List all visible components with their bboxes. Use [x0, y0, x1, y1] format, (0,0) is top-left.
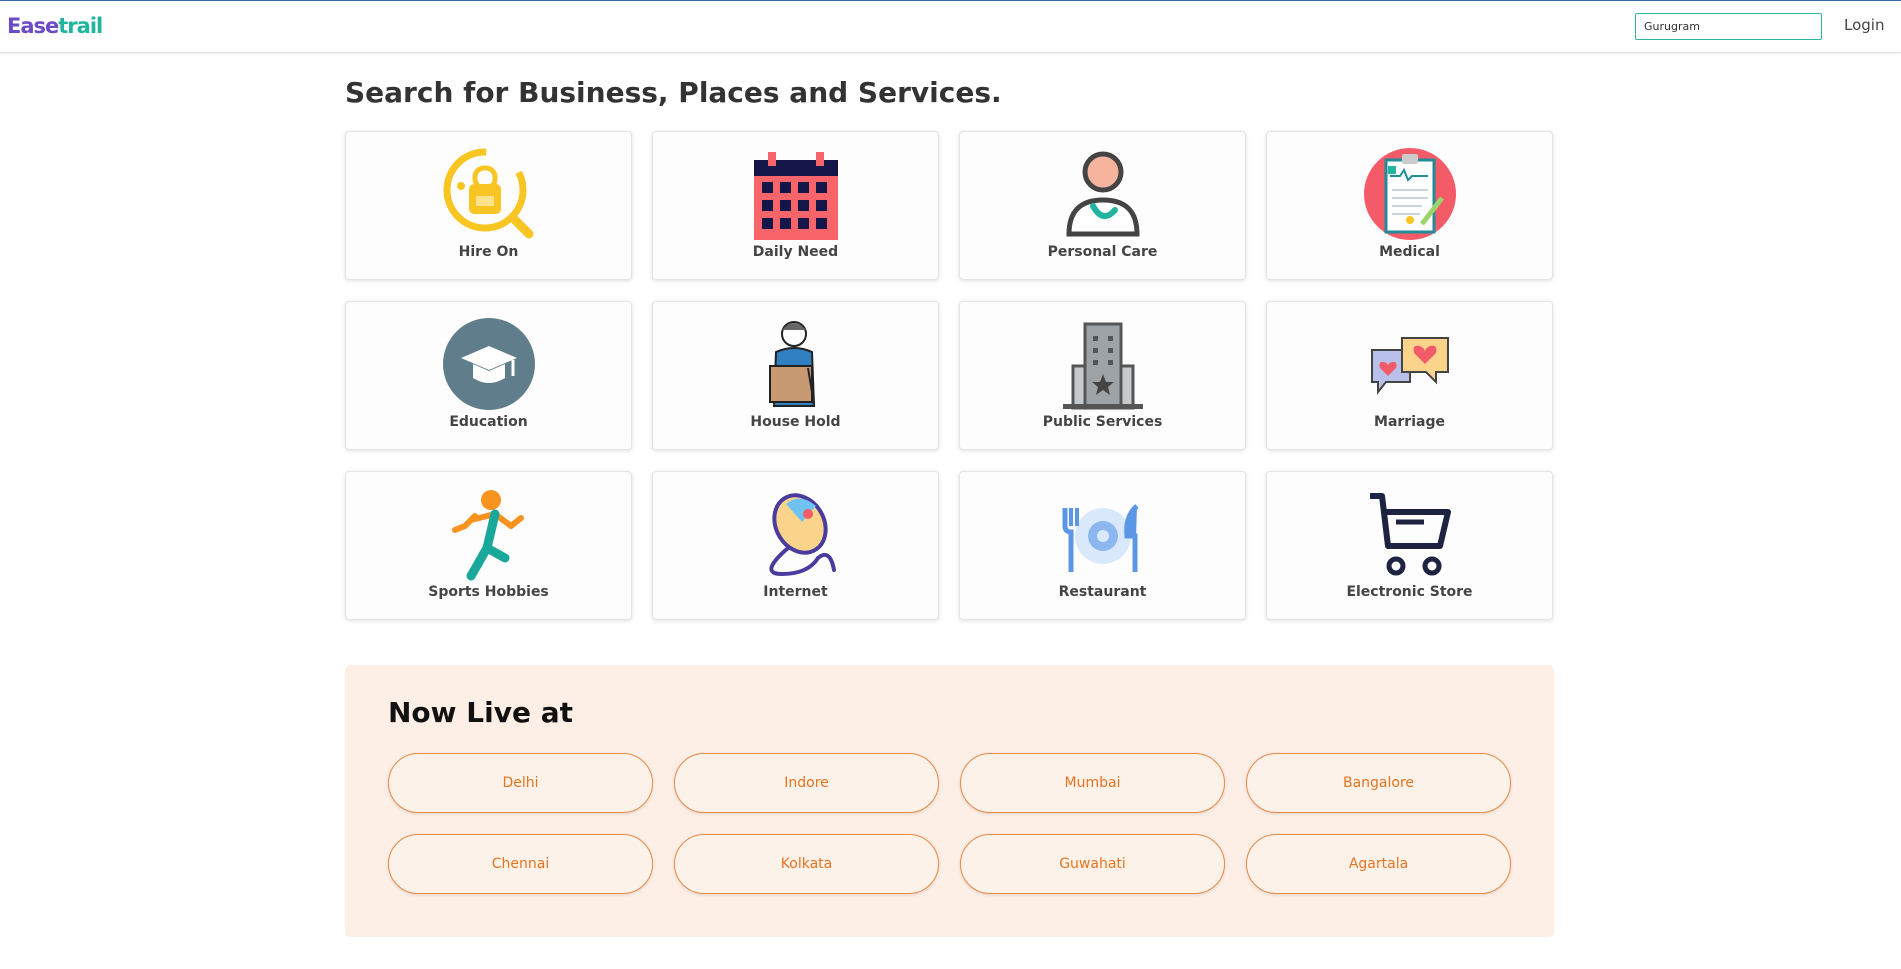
category-label: Personal Care — [1047, 244, 1158, 260]
category-card-hire-on[interactable]: Hire On — [345, 131, 632, 280]
category-label: Education — [449, 414, 528, 430]
medical-clipboard-icon — [1362, 146, 1458, 242]
city-button-mumbai[interactable]: Mumbai — [960, 753, 1225, 813]
category-label: Electronic Store — [1346, 584, 1473, 600]
category-label: Hire On — [458, 244, 519, 260]
category-grid: Hire On Daily Need Personal Care Medical… — [345, 131, 1555, 620]
category-card-internet[interactable]: Internet — [652, 471, 939, 620]
city-button-guwahati[interactable]: Guwahati — [960, 834, 1225, 894]
delivery-man-icon — [748, 316, 844, 412]
category-label: Internet — [763, 584, 828, 600]
calendar-icon — [748, 146, 844, 242]
category-card-electronic-store[interactable]: Electronic Store — [1266, 471, 1553, 620]
category-card-sports-hobbies[interactable]: Sports Hobbies — [345, 471, 632, 620]
now-live-title: Now Live at — [388, 696, 573, 729]
city-button-bangalore[interactable]: Bangalore — [1246, 753, 1511, 813]
category-label: Marriage — [1374, 414, 1445, 430]
city-input[interactable] — [1635, 13, 1822, 40]
city-button-delhi[interactable]: Delhi — [388, 753, 653, 813]
person-icon — [1055, 146, 1151, 242]
shopping-cart-icon — [1362, 486, 1458, 582]
category-card-personal-care[interactable]: Personal Care — [959, 131, 1246, 280]
building-icon — [1055, 316, 1151, 412]
easetrail-logo[interactable]: Easetrail — [7, 14, 103, 38]
runner-icon — [441, 486, 537, 582]
category-card-public-services[interactable]: Public Services — [959, 301, 1246, 450]
category-label: Sports Hobbies — [428, 584, 549, 600]
category-label: Daily Need — [752, 244, 839, 260]
category-card-daily-need[interactable]: Daily Need — [652, 131, 939, 280]
category-card-house-hold[interactable]: House Hold — [652, 301, 939, 450]
city-button-indore[interactable]: Indore — [674, 753, 939, 813]
logo-part-ease: Ease — [7, 14, 59, 38]
plate-cutlery-icon — [1055, 486, 1151, 582]
category-label: Restaurant — [1058, 584, 1147, 600]
top-navbar: Easetrail Login — [0, 1, 1901, 53]
category-card-marriage[interactable]: Marriage — [1266, 301, 1553, 450]
category-card-medical[interactable]: Medical — [1266, 131, 1553, 280]
city-button-agartala[interactable]: Agartala — [1246, 834, 1511, 894]
city-button-chennai[interactable]: Chennai — [388, 834, 653, 894]
login-link[interactable]: Login — [1844, 16, 1884, 34]
now-live-section: Now Live at Delhi Indore Mumbai Bangalor… — [345, 665, 1554, 937]
city-button-kolkata[interactable]: Kolkata — [674, 834, 939, 894]
category-label: House Hold — [750, 414, 841, 430]
category-card-restaurant[interactable]: Restaurant — [959, 471, 1246, 620]
category-label: Public Services — [1042, 414, 1163, 430]
heart-chat-icon — [1362, 316, 1458, 412]
category-label: Medical — [1379, 244, 1440, 260]
mouse-icon — [748, 486, 844, 582]
graduation-cap-icon — [441, 316, 537, 412]
city-list: Delhi Indore Mumbai Bangalore Chennai Ko… — [388, 753, 1511, 894]
category-card-education[interactable]: Education — [345, 301, 632, 450]
hire-on-icon — [441, 146, 537, 242]
page-title: Search for Business, Places and Services… — [345, 76, 1002, 109]
logo-part-trail: trail — [58, 14, 103, 38]
